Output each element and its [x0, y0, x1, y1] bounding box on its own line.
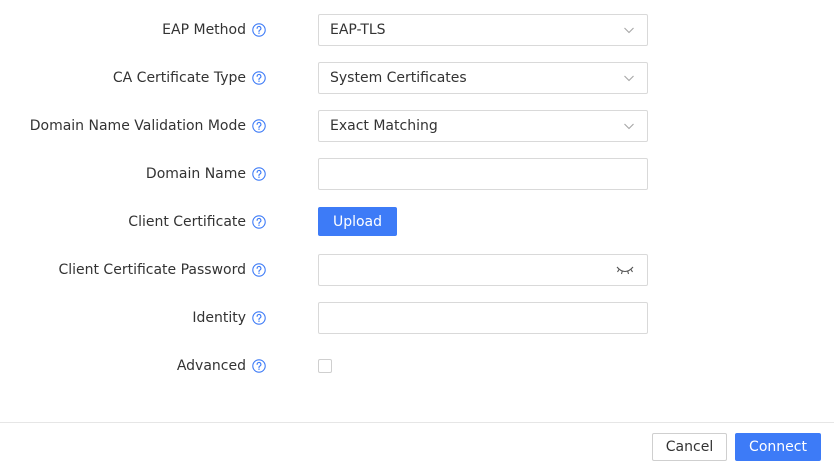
- eap-method-label-group: EAP Method: [162, 14, 266, 46]
- help-circle-icon[interactable]: [252, 263, 266, 277]
- domain-name-row: Domain Name: [0, 158, 834, 190]
- ca-certificate-type-select[interactable]: System Certificates: [318, 62, 648, 94]
- help-circle-icon[interactable]: [252, 119, 266, 133]
- client-certificate-password-row: Client Certificate Password: [0, 254, 834, 286]
- chevron-down-icon: [624, 27, 634, 34]
- domain-validation-mode-row: Domain Name Validation Mode Exact Matchi…: [0, 110, 834, 142]
- help-circle-icon[interactable]: [252, 167, 266, 181]
- identity-label: Identity: [192, 310, 246, 326]
- advanced-label-group: Advanced: [177, 350, 266, 382]
- domain-name-label: Domain Name: [145, 166, 246, 182]
- client-certificate-password-label-group: Client Certificate Password: [58, 254, 266, 286]
- help-circle-icon[interactable]: [252, 215, 266, 229]
- ca-certificate-type-label-group: CA Certificate Type: [113, 62, 266, 94]
- help-circle-icon[interactable]: [252, 23, 266, 37]
- identity-input[interactable]: [329, 304, 629, 332]
- advanced-checkbox[interactable]: [318, 359, 332, 373]
- help-circle-icon[interactable]: [252, 311, 266, 325]
- ca-certificate-type-row: CA Certificate Type System Certificates: [0, 62, 834, 94]
- advanced-label: Advanced: [176, 358, 246, 374]
- eap-method-value: EAP-TLS: [330, 22, 386, 38]
- upload-button[interactable]: Upload: [318, 207, 397, 236]
- help-circle-icon[interactable]: [252, 71, 266, 85]
- cancel-button[interactable]: Cancel: [652, 433, 727, 461]
- domain-name-input[interactable]: [329, 160, 629, 188]
- identity-field: [318, 302, 648, 334]
- client-certificate-label-group: Client Certificate: [128, 206, 266, 238]
- domain-name-field: [318, 158, 648, 190]
- eap-method-row: EAP Method EAP-TLS: [0, 14, 834, 46]
- chevron-down-icon: [624, 75, 634, 82]
- domain-validation-mode-select[interactable]: Exact Matching: [318, 110, 648, 142]
- help-circle-icon[interactable]: [252, 359, 266, 373]
- client-certificate-label: Client Certificate: [128, 214, 246, 230]
- client-certificate-row: Client Certificate Upload: [0, 206, 834, 238]
- ca-certificate-type-label: CA Certificate Type: [112, 70, 246, 86]
- identity-label-group: Identity: [192, 302, 266, 334]
- domain-name-label-group: Domain Name: [146, 158, 266, 190]
- client-certificate-password-field: [318, 254, 648, 286]
- ca-certificate-type-value: System Certificates: [330, 70, 467, 86]
- chevron-down-icon: [624, 123, 634, 130]
- domain-validation-mode-label-group: Domain Name Validation Mode: [30, 110, 266, 142]
- footer-divider: [0, 422, 834, 423]
- identity-row: Identity: [0, 302, 834, 334]
- advanced-row: Advanced: [0, 350, 834, 382]
- client-certificate-password-input[interactable]: [329, 256, 609, 284]
- connect-button[interactable]: Connect: [735, 433, 821, 461]
- domain-validation-mode-label: Domain Name Validation Mode: [29, 118, 246, 134]
- client-certificate-password-label: Client Certificate Password: [58, 262, 246, 278]
- domain-validation-mode-value: Exact Matching: [330, 118, 438, 134]
- eap-method-label: EAP Method: [162, 22, 246, 38]
- eye-closed-icon[interactable]: [615, 264, 635, 276]
- eap-method-select[interactable]: EAP-TLS: [318, 14, 648, 46]
